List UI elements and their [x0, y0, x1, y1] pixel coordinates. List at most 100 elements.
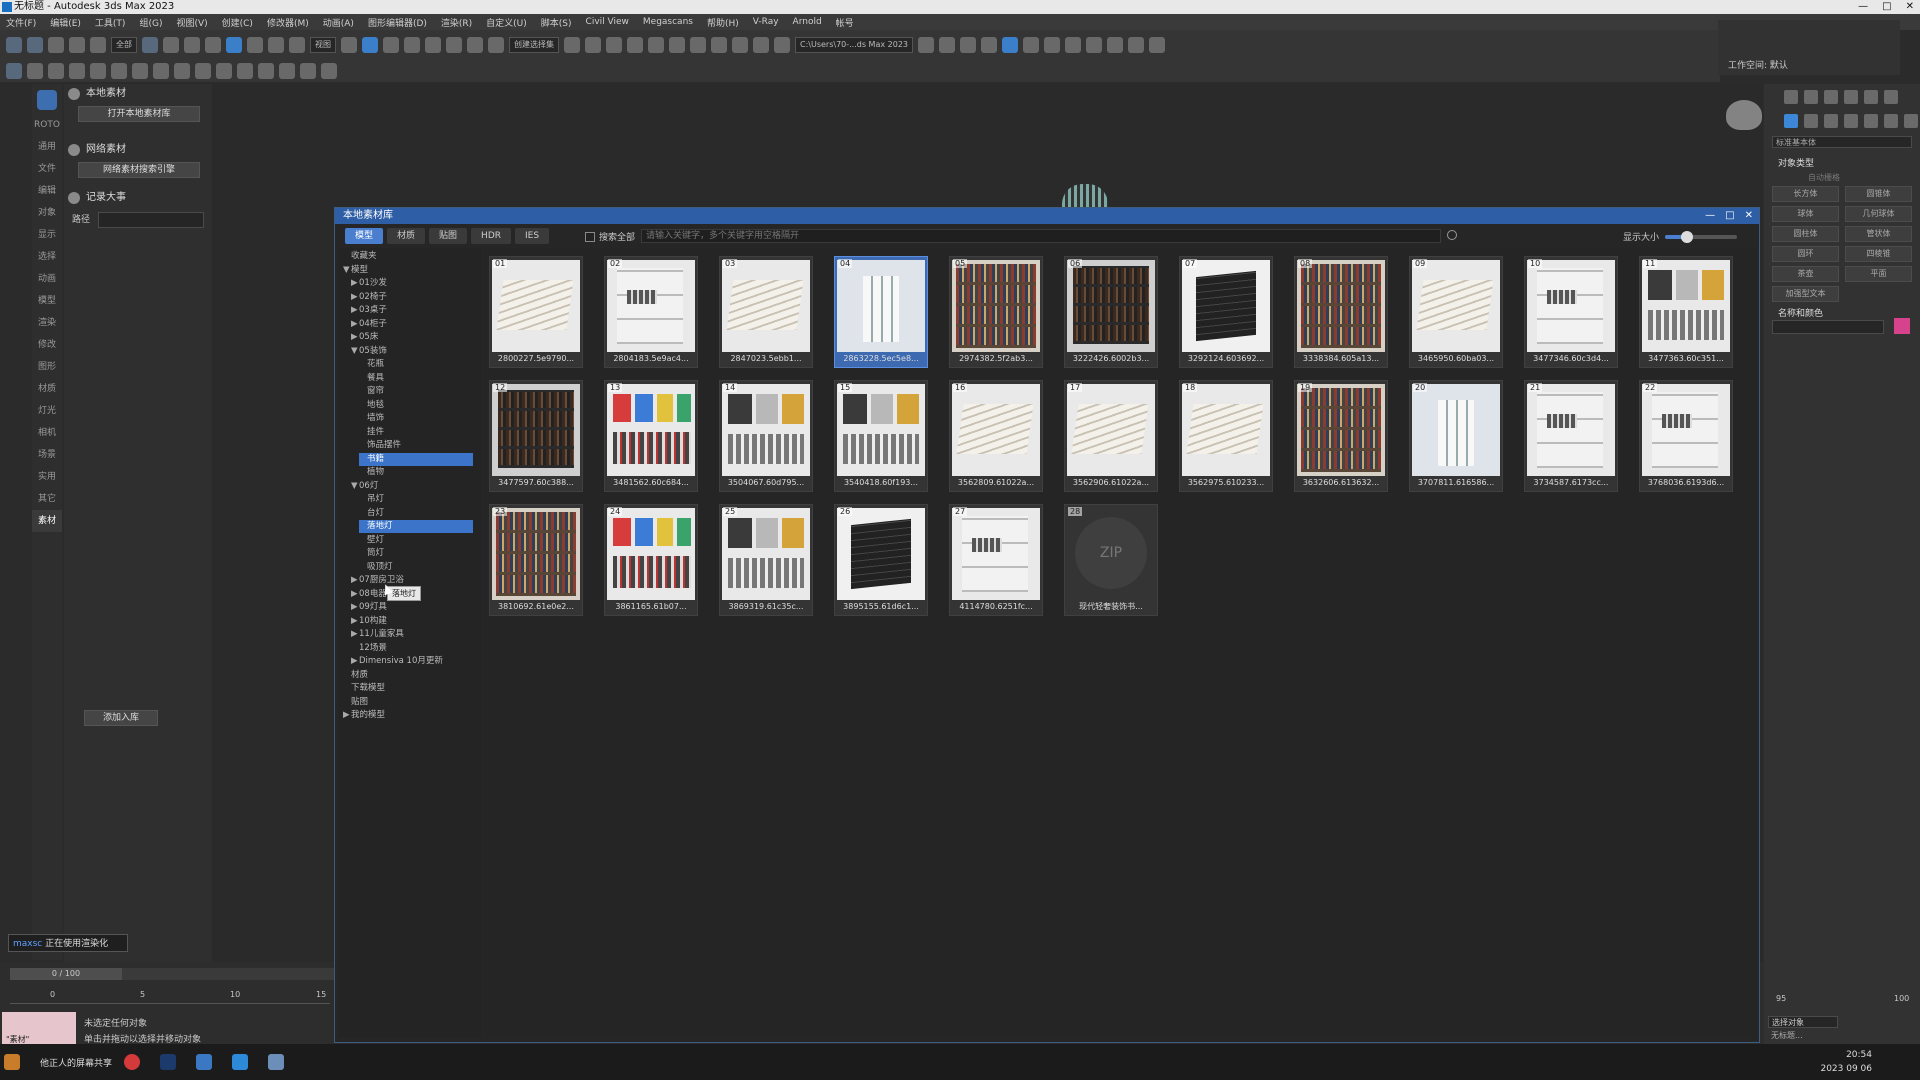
- object-name-input[interactable]: [1772, 320, 1884, 334]
- grid-icon[interactable]: [216, 63, 232, 79]
- select-rotate-icon[interactable]: [247, 37, 263, 53]
- bind-space-warp-icon[interactable]: [90, 37, 106, 53]
- link-icon[interactable]: [48, 37, 64, 53]
- strip-item-15[interactable]: 场景: [32, 444, 62, 466]
- tree-node[interactable]: 植物: [359, 466, 473, 479]
- layout-icon[interactable]: [237, 63, 253, 79]
- toggle-panel-icon[interactable]: [1002, 37, 1018, 53]
- menu-item-4[interactable]: 视图(V): [176, 16, 207, 29]
- menu-item-0[interactable]: 文件(F): [6, 16, 36, 29]
- strip-item-2[interactable]: 文件: [32, 158, 62, 180]
- select-manipulate-icon[interactable]: [362, 37, 378, 53]
- asset-card[interactable]: 23 3810692.61e0e2...: [489, 504, 583, 616]
- asset-card[interactable]: 05 2974382.5f2ab3...: [949, 256, 1043, 368]
- search-all-checkbox[interactable]: 搜索全部: [585, 230, 635, 243]
- asset-card[interactable]: 11 3477363.60c351...: [1639, 256, 1733, 368]
- tree-node[interactable]: ▶05床: [351, 331, 473, 344]
- maxscript-listener[interactable]: maxsc 正在使用渲染化: [8, 934, 128, 952]
- asset-card[interactable]: 26 3895155.61d6c1...: [834, 504, 928, 616]
- size-slider-knob[interactable]: [1680, 231, 1693, 243]
- tree-node[interactable]: 下载模型: [343, 682, 473, 695]
- search-input[interactable]: [641, 229, 1441, 243]
- create-object-button-1[interactable]: 圆锥体: [1845, 186, 1912, 202]
- tree-node[interactable]: ▼06灯: [351, 480, 473, 493]
- tree-node[interactable]: 贴图: [343, 696, 473, 709]
- menu-item-14[interactable]: 帮助(H): [707, 16, 739, 29]
- time-slider[interactable]: 0 / 100: [10, 968, 122, 980]
- asset-card[interactable]: 27 4114780.6251fc...: [949, 504, 1043, 616]
- vray-frame-buffer-icon[interactable]: [1128, 37, 1144, 53]
- create-object-button-6[interactable]: 圆环: [1772, 246, 1839, 262]
- asset-card[interactable]: 25 3869319.61c35c...: [719, 504, 813, 616]
- create-tab-icon[interactable]: [1784, 90, 1798, 104]
- edit-named-selection-icon[interactable]: [488, 37, 504, 53]
- export-icon[interactable]: [981, 37, 997, 53]
- tree-node[interactable]: ▶04柜子: [351, 318, 473, 331]
- tree-arrow-icon[interactable]: ▼: [351, 345, 359, 358]
- tree-node[interactable]: ▼模型: [343, 264, 473, 277]
- tree-arrow-icon[interactable]: ▶: [351, 277, 359, 290]
- menu-item-2[interactable]: 工具(T): [95, 16, 126, 29]
- dialog-minimize-button[interactable]: —: [1705, 208, 1715, 224]
- curve-editor-icon[interactable]: [669, 37, 685, 53]
- tree-node[interactable]: ▶02椅子: [351, 291, 473, 304]
- pinned-app-icon[interactable]: [268, 1054, 284, 1070]
- asset-card[interactable]: 02 2804183.5e9ac4...: [604, 256, 698, 368]
- strip-item-4[interactable]: 对象: [32, 202, 62, 224]
- tab-3[interactable]: HDR: [471, 228, 511, 244]
- tree-node[interactable]: 台灯: [359, 507, 473, 520]
- tree-node[interactable]: 饰品摆件: [359, 439, 473, 452]
- tree-arrow-icon[interactable]: ▶: [351, 615, 359, 628]
- open-net-search-button[interactable]: 网络素材搜索引擎: [78, 162, 200, 178]
- rendered-frame-icon[interactable]: [753, 37, 769, 53]
- asset-card[interactable]: 03 2847023.5ebb1...: [719, 256, 813, 368]
- render-production-icon[interactable]: [774, 37, 790, 53]
- asset-card[interactable]: 17 3562906.61022a...: [1064, 380, 1158, 492]
- menu-item-3[interactable]: 组(G): [139, 16, 162, 29]
- maximize-button[interactable]: □: [1882, 0, 1891, 14]
- path-select[interactable]: [98, 212, 204, 228]
- tree-node[interactable]: ▶01沙发: [351, 277, 473, 290]
- create-object-button-7[interactable]: 四棱锥: [1845, 246, 1912, 262]
- dialog-maximize-button[interactable]: □: [1725, 208, 1734, 224]
- tab-0[interactable]: 模型: [345, 228, 384, 244]
- asset-card[interactable]: 07 3292124.603692...: [1179, 256, 1273, 368]
- rect-select-region-icon[interactable]: [184, 37, 200, 53]
- object-color-swatch[interactable]: [1894, 318, 1910, 334]
- xref-icon[interactable]: [27, 63, 43, 79]
- tree-node[interactable]: 地毯: [359, 399, 473, 412]
- geometry-icon[interactable]: [1784, 114, 1798, 128]
- tree-node[interactable]: ▶10构建: [351, 615, 473, 628]
- tree-arrow-icon[interactable]: ▶: [351, 588, 359, 601]
- asset-card[interactable]: 15 3540418.60f193...: [834, 380, 928, 492]
- display-size-slider[interactable]: [1665, 231, 1737, 243]
- asset-card[interactable]: 14 3504067.60d795...: [719, 380, 813, 492]
- menu-item-8[interactable]: 图形编辑器(D): [368, 16, 427, 29]
- tree-node[interactable]: 吊灯: [359, 493, 473, 506]
- strip-item-10[interactable]: 修改: [32, 334, 62, 356]
- tree-arrow-icon[interactable]: ▶: [351, 318, 359, 331]
- create-object-button-9[interactable]: 平面: [1845, 266, 1912, 282]
- tree-node[interactable]: 吸顶灯: [359, 561, 473, 574]
- tree-node[interactable]: ▶03桌子: [351, 304, 473, 317]
- spacewarps-icon[interactable]: [1884, 114, 1898, 128]
- vray-render-icon[interactable]: [1044, 37, 1060, 53]
- tree-node[interactable]: 落地灯: [359, 520, 473, 533]
- asset-card[interactable]: 01 2800227.5e9790...: [489, 256, 583, 368]
- reference-coord-select[interactable]: 视图: [310, 37, 336, 53]
- menu-item-10[interactable]: 自定义(U): [486, 16, 527, 29]
- cameras-icon[interactable]: [1844, 114, 1858, 128]
- select-by-name-icon[interactable]: [163, 37, 179, 53]
- tree-node[interactable]: ▶09灯具: [351, 601, 473, 614]
- tree-node[interactable]: 材质: [343, 669, 473, 682]
- tree-node[interactable]: ▶Dimensiva 10月更新: [351, 655, 473, 668]
- strip-item-3[interactable]: 编辑: [32, 180, 62, 202]
- tree-node[interactable]: 收藏夹: [343, 250, 473, 263]
- menu-item-13[interactable]: Megascans: [643, 17, 693, 27]
- strip-item-5[interactable]: 显示: [32, 224, 62, 246]
- asset-card[interactable]: 06 3222426.6002b3...: [1064, 256, 1158, 368]
- menu-item-16[interactable]: Arnold: [793, 17, 822, 27]
- window-crossing-icon[interactable]: [205, 37, 221, 53]
- asset-card[interactable]: 08 3338384.605a13...: [1294, 256, 1388, 368]
- helper-icon[interactable]: [90, 63, 106, 79]
